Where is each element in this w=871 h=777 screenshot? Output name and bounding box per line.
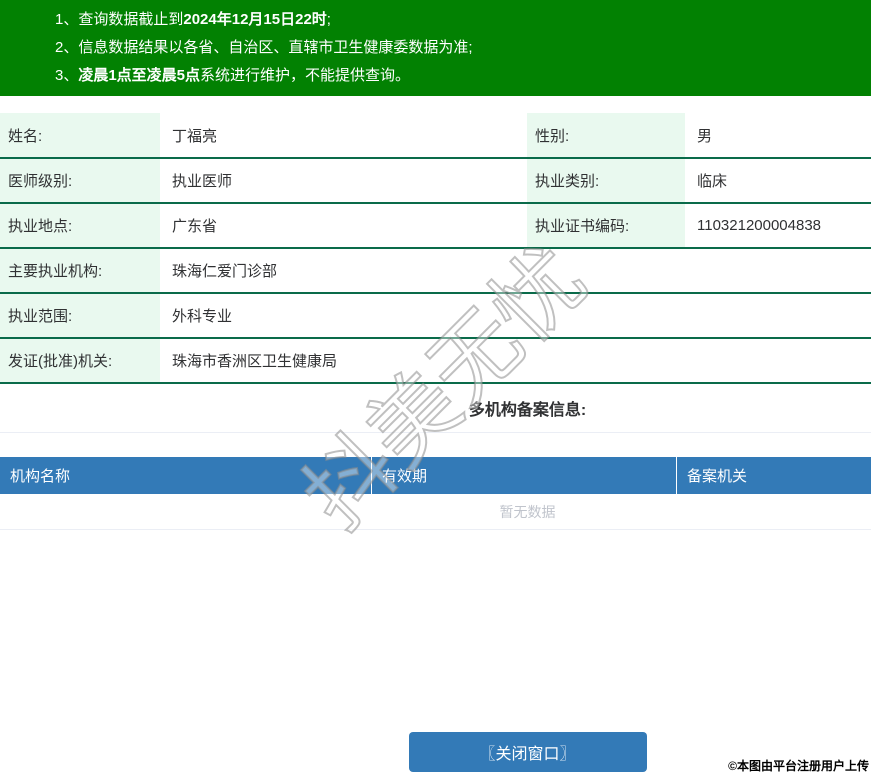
field-label-practice-location: 执业地点:	[0, 203, 160, 249]
notice-text: 系统进行维护，不能提供查询。	[200, 67, 411, 84]
field-value-practice-location: 广东省	[160, 203, 527, 249]
notice-number: 1、	[55, 11, 79, 28]
notice-text: ;	[326, 11, 331, 28]
field-value-issuing-authority: 珠海市香洲区卫生健康局	[160, 338, 871, 384]
field-label-issuing-authority: 发证(批准)机关:	[0, 338, 160, 384]
notice-text: 信息数据结果以各省、自治区、直辖市卫生健康委数据为准;	[78, 39, 473, 56]
close-window-button[interactable]: 〖关闭窗口〗	[408, 732, 647, 772]
field-label-gender: 性别:	[527, 113, 685, 159]
notice-item-1: 1、查询数据截止到2024年12月15日22时;	[55, 6, 871, 34]
table-row: 执业范围: 外科专业	[0, 293, 871, 339]
field-value-gender: 男	[685, 113, 871, 159]
table-row: 发证(批准)机关: 珠海市香洲区卫生健康局	[0, 338, 871, 384]
header-cell-authority: 备案机关	[687, 468, 748, 485]
field-label-practice-category: 执业类别:	[527, 158, 685, 204]
field-label-practice-scope: 执业范围:	[0, 293, 160, 339]
table-row: 姓名: 丁福亮 性别: 男	[0, 113, 871, 159]
table-row: 执业地点: 广东省 执业证书编码: 110321200004838	[0, 203, 871, 249]
notice-text: 查询数据截止到	[78, 11, 184, 28]
doctor-info-table: 姓名: 丁福亮 性别: 男 医师级别: 执业医师 执业类别: 临床 执业地点: …	[0, 113, 871, 384]
field-value-main-institution: 珠海仁爱门诊部	[160, 248, 871, 294]
multi-institution-section-title: 多机构备案信息:	[0, 384, 871, 433]
field-label-certificate-number: 执业证书编码:	[527, 203, 685, 249]
field-value-doctor-level: 执业医师	[160, 158, 527, 204]
field-value-practice-category: 临床	[685, 158, 871, 204]
notice-item-3: 3、凌晨1点至凌晨5点系统进行维护，不能提供查询。	[55, 62, 871, 90]
notice-bold-text: 凌晨1点至凌晨5点	[78, 67, 201, 84]
field-value-certificate-number: 110321200004838	[685, 203, 871, 249]
field-label-doctor-level: 医师级别:	[0, 158, 160, 204]
table-row: 主要执业机构: 珠海仁爱门诊部	[0, 248, 871, 294]
field-label-name: 姓名:	[0, 113, 160, 159]
table-row: 医师级别: 执业医师 执业类别: 临床	[0, 158, 871, 204]
header-cell-institution: 机构名称	[0, 457, 372, 494]
field-label-main-institution: 主要执业机构:	[0, 248, 160, 294]
notice-item-2: 2、信息数据结果以各省、自治区、直辖市卫生健康委数据为准;	[55, 34, 871, 62]
notice-bold-text: 2024年12月15日22时	[183, 11, 327, 28]
query-result-page: 1、查询数据截止到2024年12月15日22时; 2、信息数据结果以各省、自治区…	[0, 0, 871, 777]
copyright-watermark: ©本图由平台注册用户上传	[728, 759, 869, 773]
notice-number: 3、	[55, 67, 79, 84]
field-value-practice-scope: 外科专业	[160, 293, 871, 339]
page-content: 1、查询数据截止到2024年12月15日22时; 2、信息数据结果以各省、自治区…	[0, 0, 871, 772]
empty-data-text: 暂无数据	[0, 494, 871, 530]
field-value-name: 丁福亮	[160, 113, 527, 159]
header-cell-validity: 有效期	[372, 457, 677, 494]
filing-table-header: 机构名称 有效期 备案机关	[0, 457, 871, 494]
notice-number: 2、	[55, 39, 79, 56]
notice-banner: 1、查询数据截止到2024年12月15日22时; 2、信息数据结果以各省、自治区…	[0, 0, 871, 96]
